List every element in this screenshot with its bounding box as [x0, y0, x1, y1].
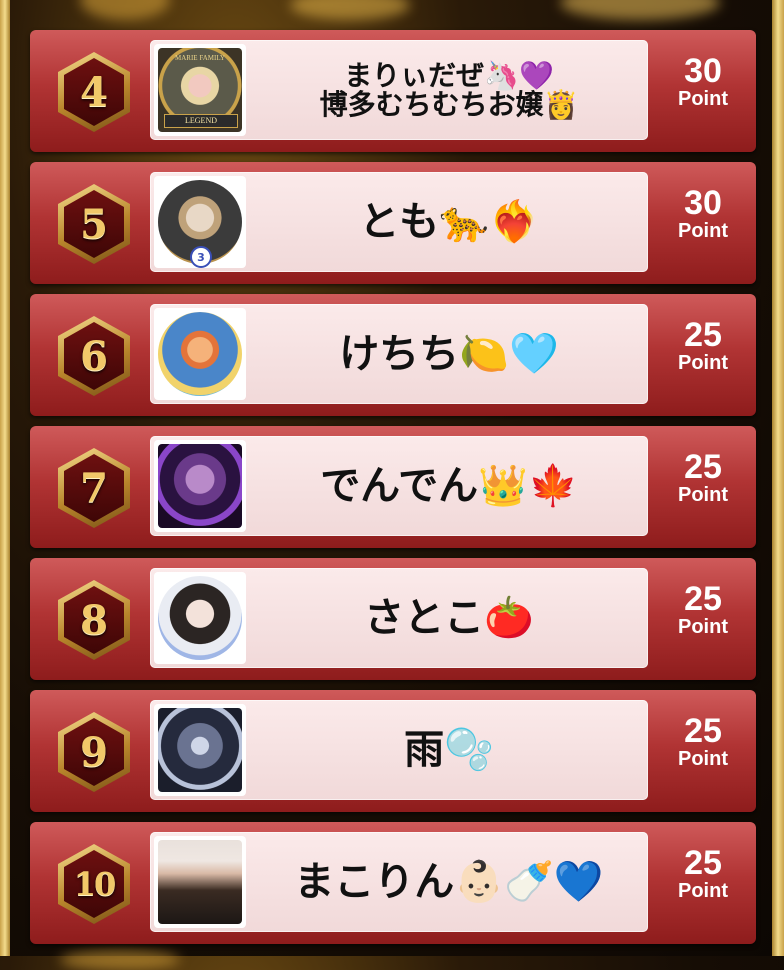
avatar[interactable]	[154, 440, 246, 532]
rank-badge: 7	[58, 448, 130, 528]
user-card[interactable]: でんでん👑🍁	[150, 436, 648, 536]
points-label: Point	[678, 220, 728, 242]
gold-frame-right	[772, 0, 784, 956]
user-card[interactable]: 3 とも🐆❤️‍🔥	[150, 172, 648, 272]
user-name: けちち🍋🩵	[339, 331, 559, 377]
points: 30 Point	[658, 54, 748, 110]
rank-badge: 8	[58, 580, 130, 660]
ranking-row-4[interactable]: 4 MARIE FAMILY LEGEND まりぃだぜ🦄💜 博多むちむちお嬢👸 …	[30, 30, 756, 152]
user-name: さとこ🍅	[364, 595, 534, 641]
user-name: でんでん👑🍁	[320, 463, 578, 509]
ranking-row-5[interactable]: 5 3 とも🐆❤️‍🔥 30 Point	[30, 162, 756, 284]
user-card[interactable]: さとこ🍅	[150, 568, 648, 668]
points-label: Point	[678, 748, 728, 770]
points-label: Point	[678, 352, 728, 374]
avatar[interactable]	[154, 308, 246, 400]
avatar[interactable]	[154, 572, 246, 664]
avatar[interactable]: 3	[154, 176, 246, 268]
avatar[interactable]	[154, 704, 246, 796]
ranking-row-8[interactable]: 8 さとこ🍅 25 Point	[30, 558, 756, 680]
user-name: 雨🫧	[404, 727, 494, 773]
user-name: まりぃだぜ🦄💜 博多むちむちお嬢👸	[254, 40, 644, 140]
rank-badge: 10	[58, 844, 130, 924]
user-name: とも🐆❤️‍🔥	[359, 199, 539, 245]
rank-number: 4	[80, 68, 108, 116]
ranking-row-10[interactable]: 10 まこりん👶🏻🍼💙 25 Point	[30, 822, 756, 944]
points: 30 Point	[658, 186, 748, 242]
points-label: Point	[678, 616, 728, 638]
rank-number: 9	[80, 728, 108, 776]
points-value: 25	[684, 844, 722, 882]
rank-number: 10	[73, 865, 117, 903]
user-card[interactable]: けちち🍋🩵	[150, 304, 648, 404]
avatar[interactable]	[154, 836, 246, 928]
rank-badge: 6	[58, 316, 130, 396]
rank-badge: 9	[58, 712, 130, 792]
points-value: 25	[684, 580, 722, 618]
rank-badge: 5	[58, 184, 130, 264]
points-value: 25	[684, 448, 722, 486]
level-badge: 3	[190, 246, 212, 268]
user-name-line-2: 博多むちむちお嬢👸	[319, 88, 579, 121]
points-label: Point	[678, 88, 728, 110]
points-value: 30	[684, 184, 722, 222]
avatar[interactable]: MARIE FAMILY LEGEND	[154, 44, 246, 136]
points: 25 Point	[658, 450, 748, 506]
points: 25 Point	[658, 846, 748, 902]
points-label: Point	[678, 484, 728, 506]
rank-number: 6	[80, 332, 108, 380]
rank-number: 8	[80, 596, 108, 644]
rank-badge: 4	[58, 52, 130, 132]
gold-frame-left	[0, 0, 10, 956]
user-card[interactable]: 雨🫧	[150, 700, 648, 800]
points-value: 25	[684, 712, 722, 750]
points-label: Point	[678, 880, 728, 902]
points-value: 30	[684, 52, 722, 90]
user-card[interactable]: MARIE FAMILY LEGEND まりぃだぜ🦄💜 博多むちむちお嬢👸	[150, 40, 648, 140]
user-name-line-1: まりぃだぜ🦄💜	[344, 58, 554, 92]
rank-number: 5	[80, 200, 108, 248]
ranking-row-6[interactable]: 6 けちち🍋🩵 25 Point	[30, 294, 756, 416]
user-name: まこりん👶🏻🍼💙	[294, 859, 604, 905]
points: 25 Point	[658, 714, 748, 770]
points: 25 Point	[658, 582, 748, 638]
ranking-row-9[interactable]: 9 雨🫧 25 Point	[30, 690, 756, 812]
rank-number: 7	[80, 464, 108, 512]
points: 25 Point	[658, 318, 748, 374]
ranking-row-7[interactable]: 7 でんでん👑🍁 25 Point	[30, 426, 756, 548]
user-card[interactable]: まこりん👶🏻🍼💙	[150, 832, 648, 932]
points-value: 25	[684, 316, 722, 354]
